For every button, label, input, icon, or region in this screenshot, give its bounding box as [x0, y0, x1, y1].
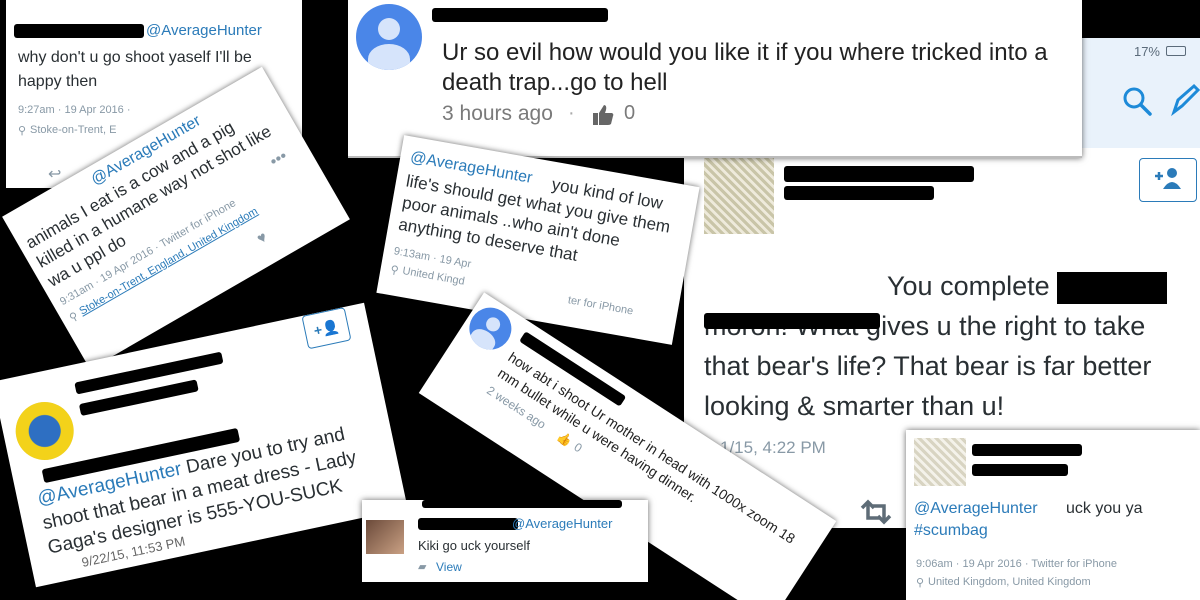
- comment-time: 3 hours ago: [442, 102, 553, 125]
- tweet-time: 9:06am · 19 Apr 2016 · Twitter for iPhon…: [916, 558, 1117, 570]
- tweet-hashtag[interactable]: #scumbag: [914, 522, 988, 540]
- avatar: [356, 4, 422, 70]
- like-count: 0: [571, 439, 585, 456]
- thumbs-up-icon[interactable]: 👍: [555, 429, 575, 449]
- location-pin-icon: ⚲: [18, 125, 27, 137]
- tweet-body: You complete moron! What gives u the rig…: [704, 266, 1194, 426]
- battery-icon: [1166, 46, 1186, 56]
- tweet-handle[interactable]: @AverageHunter: [512, 516, 612, 531]
- tweet-text: uck you ya: [1066, 500, 1143, 517]
- location-pin-icon: ⚲: [916, 577, 925, 589]
- battery-indicator: 17%: [1133, 44, 1160, 59]
- tweet-location: United Kingdom, United Kingdom: [928, 576, 1091, 588]
- tweet-location: Stoke-on-Trent, E: [30, 124, 117, 136]
- location-pin-icon: ⚲: [67, 310, 81, 325]
- avatar: [704, 158, 774, 234]
- tweet-card-meat-dress: +👤 @AverageHunter Dare you to try and sh…: [0, 302, 408, 588]
- comment-icon: ▰: [418, 561, 427, 573]
- tweet-text-start: You complete: [887, 271, 1050, 301]
- avatar: [914, 438, 966, 486]
- view-link[interactable]: View: [436, 560, 462, 574]
- tweet-card-scumbag: @AverageHunter uck you ya #scumbag 9:06a…: [906, 430, 1200, 600]
- add-user-icon: +👤: [312, 317, 341, 339]
- comment-text: Ur so evil how would you like it if you …: [442, 39, 1048, 96]
- thumbs-up-icon[interactable]: [592, 104, 614, 126]
- follow-button[interactable]: [1139, 158, 1197, 202]
- like-count: 0: [624, 102, 636, 124]
- tweet-card-kiki: @AverageHunter Kiki go uck yourself ▰ Vi…: [362, 500, 648, 582]
- follow-button[interactable]: +👤: [301, 306, 352, 350]
- avatar: [10, 396, 80, 466]
- compose-icon[interactable]: [1168, 82, 1200, 118]
- tweet-text: Kiki go uck yourself: [418, 538, 530, 553]
- tweet-location: United Kingd: [401, 265, 466, 288]
- add-user-icon: [1153, 167, 1183, 194]
- heart-icon[interactable]: ♥: [254, 229, 270, 248]
- tweet-time: 9:27am · 19 Apr 2016 ·: [18, 104, 131, 116]
- redacted-word: [1057, 271, 1168, 304]
- tweet-handle[interactable]: @AverageHunter: [146, 22, 262, 39]
- comment-card-evil: Ur so evil how would you like it if you …: [348, 0, 1082, 158]
- tweet-source: ter for iPhone: [566, 294, 635, 318]
- retweet-icon[interactable]: [856, 498, 896, 526]
- search-icon[interactable]: [1120, 84, 1154, 118]
- reply-icon[interactable]: ↩: [48, 164, 61, 184]
- tweet-handle[interactable]: @AverageHunter: [914, 500, 1038, 518]
- tweet-card-low-lifes: @AverageHunter you kind of low life's sh…: [376, 135, 700, 345]
- avatar: [366, 520, 404, 554]
- location-pin-icon: ⚲: [389, 263, 400, 278]
- separator-dot: ·: [568, 102, 575, 124]
